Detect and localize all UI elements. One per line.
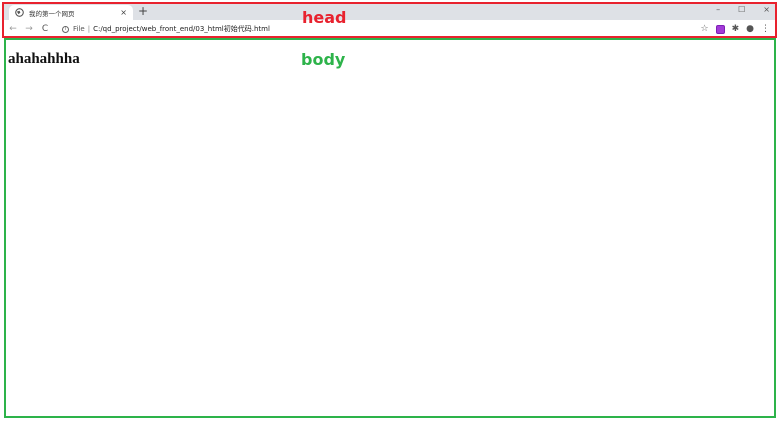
body-annotation-label: body [301,50,346,69]
head-annotation-label: head [302,8,347,27]
head-annotation-box [2,2,777,38]
page-heading: ahahahhha [8,51,80,67]
body-annotation-box [4,38,776,418]
